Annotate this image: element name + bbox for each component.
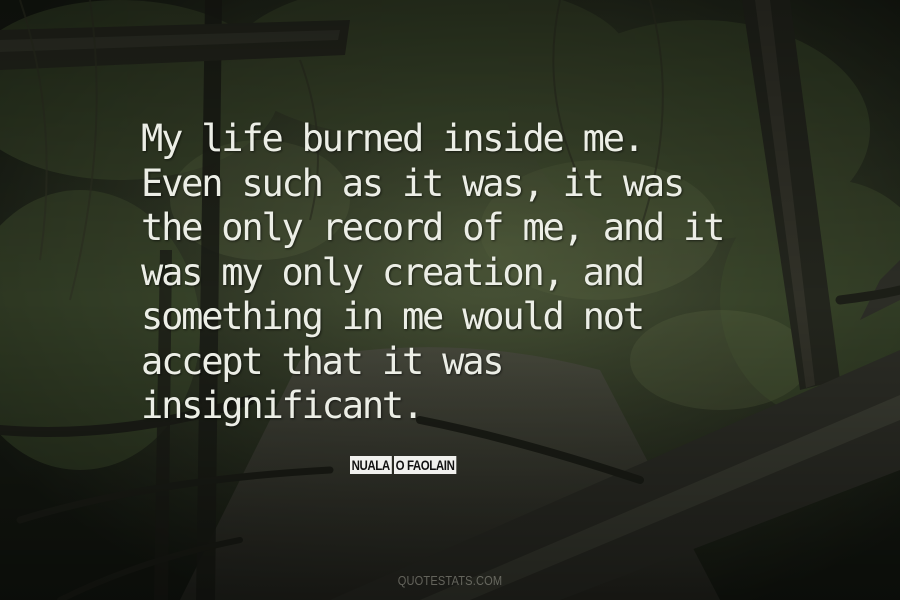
quote-line: My life burned inside me. bbox=[141, 117, 645, 160]
quote-line: accept that it was bbox=[141, 339, 505, 383]
quote-image: My life burned inside me. Even such as i… bbox=[0, 0, 900, 600]
site-watermark: QUOTESTATS.COM bbox=[397, 573, 503, 588]
quote-text: My life burned inside me. Even such as i… bbox=[141, 117, 781, 429]
quote-line: Even such as it was, it was bbox=[141, 161, 685, 205]
author-label: NUALA O FAOLAIN bbox=[350, 455, 469, 475]
quote-line: was my only creation, and bbox=[141, 250, 645, 294]
author-last-name: O FAOLAIN bbox=[393, 456, 456, 474]
author-first-name: NUALA bbox=[350, 456, 392, 474]
quote-line: something in me would not bbox=[141, 295, 645, 338]
quote-line: insignificant. bbox=[141, 384, 424, 427]
quote-line: the only record of me, and it bbox=[141, 206, 725, 249]
